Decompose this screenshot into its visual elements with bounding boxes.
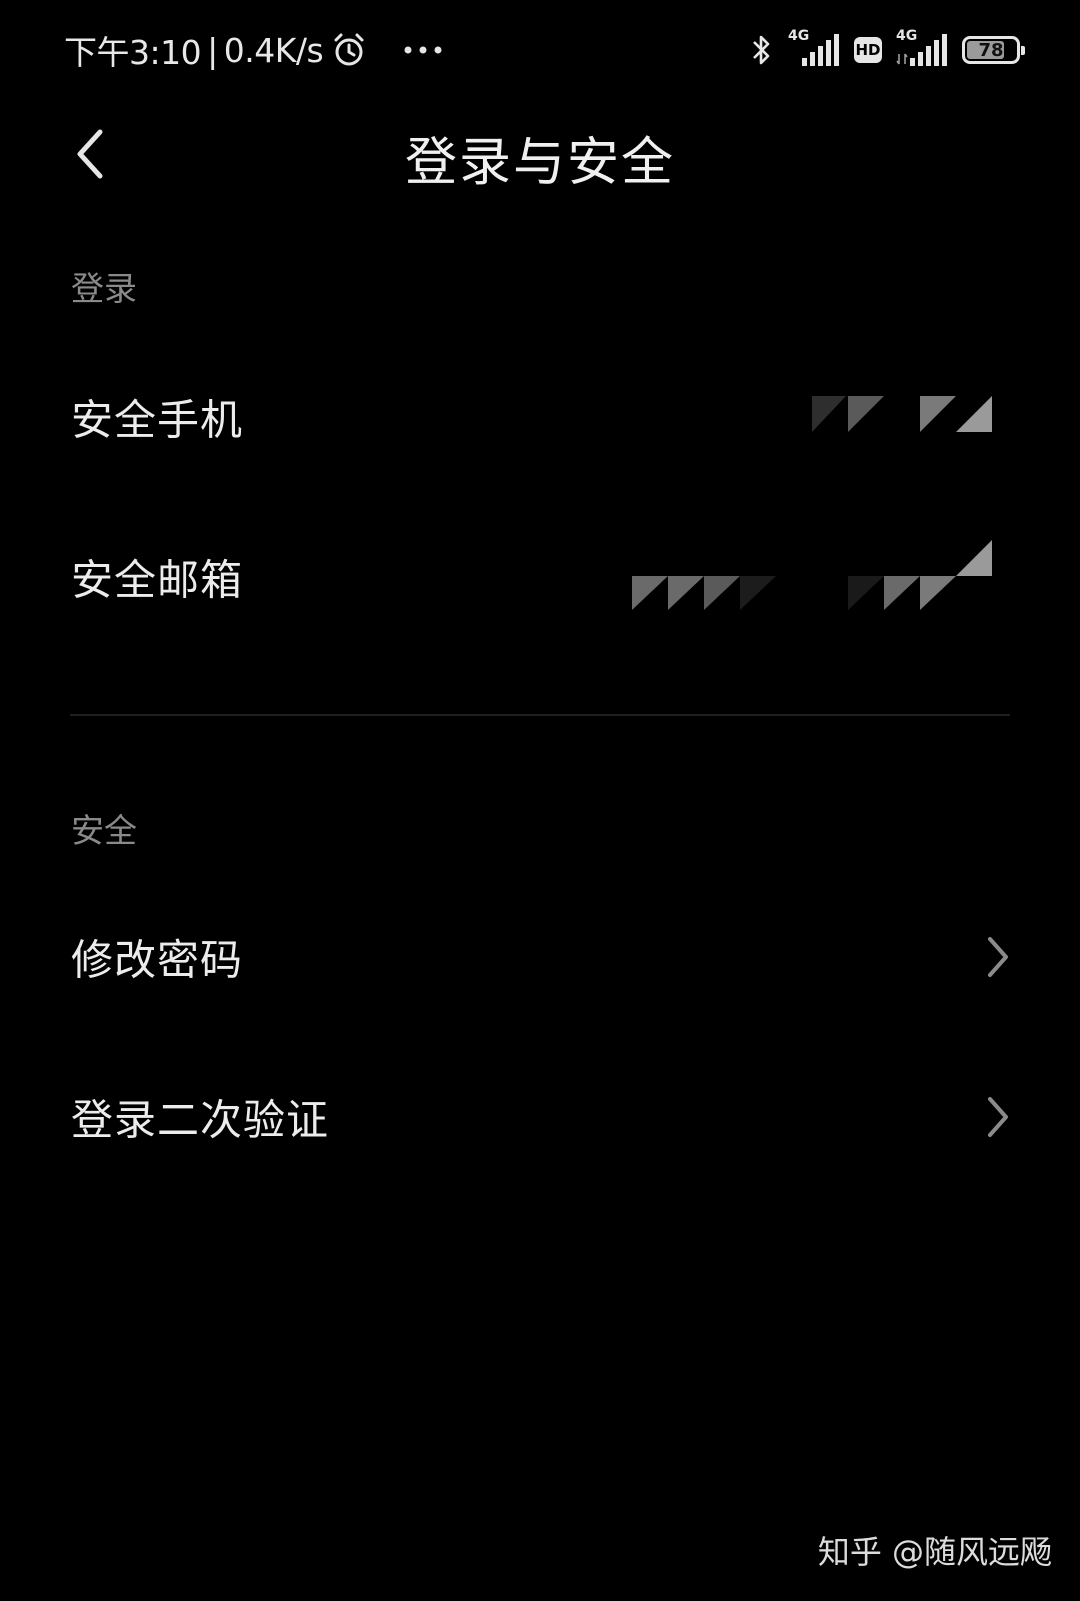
row-two-step-verification[interactable]: 登录二次验证 bbox=[0, 1052, 1080, 1182]
page-header: 登录与安全 bbox=[0, 110, 1080, 200]
masked-value-phone bbox=[812, 396, 992, 432]
section-label-login: 登录 bbox=[71, 269, 137, 308]
chevron-right-icon bbox=[988, 937, 1008, 977]
row-label: 修改密码 bbox=[71, 935, 244, 985]
row-label: 安全手机 bbox=[71, 395, 244, 445]
hd-icon: HD bbox=[854, 37, 882, 63]
watermark: 知乎 @随风远飏 bbox=[817, 1533, 1052, 1571]
battery-icon: 78 bbox=[962, 36, 1025, 64]
row-label: 安全邮箱 bbox=[71, 555, 244, 605]
status-net-speed: 0.4K/s bbox=[223, 30, 324, 70]
masked-value-email bbox=[632, 540, 992, 610]
status-bar: 下午3:10 | 0.4K/s 4G HD 4G 78 bbox=[0, 0, 1080, 100]
row-security-phone[interactable]: 安全手机 bbox=[0, 352, 1080, 482]
status-left: 下午3:10 | 0.4K/s bbox=[64, 28, 443, 72]
signal-4g-icon: 4G bbox=[788, 28, 840, 68]
section-divider bbox=[70, 714, 1010, 716]
status-separator: | bbox=[207, 30, 218, 70]
battery-level-text: 78 bbox=[978, 39, 1004, 61]
section-label-security: 安全 bbox=[71, 811, 137, 850]
more-dots-icon bbox=[404, 46, 442, 54]
row-label: 登录二次验证 bbox=[71, 1095, 330, 1145]
bluetooth-icon bbox=[753, 35, 770, 65]
chevron-right-icon bbox=[988, 1097, 1008, 1137]
status-right: 4G HD 4G 78 bbox=[748, 28, 1025, 70]
alarm-icon bbox=[334, 33, 364, 66]
status-time: 下午3:10 bbox=[64, 33, 202, 72]
signal-4g-icon: 4G bbox=[896, 28, 948, 68]
row-security-email[interactable]: 安全邮箱 bbox=[0, 512, 1080, 642]
row-change-password[interactable]: 修改密码 bbox=[0, 892, 1080, 1022]
page-title: 登录与安全 bbox=[404, 133, 675, 193]
